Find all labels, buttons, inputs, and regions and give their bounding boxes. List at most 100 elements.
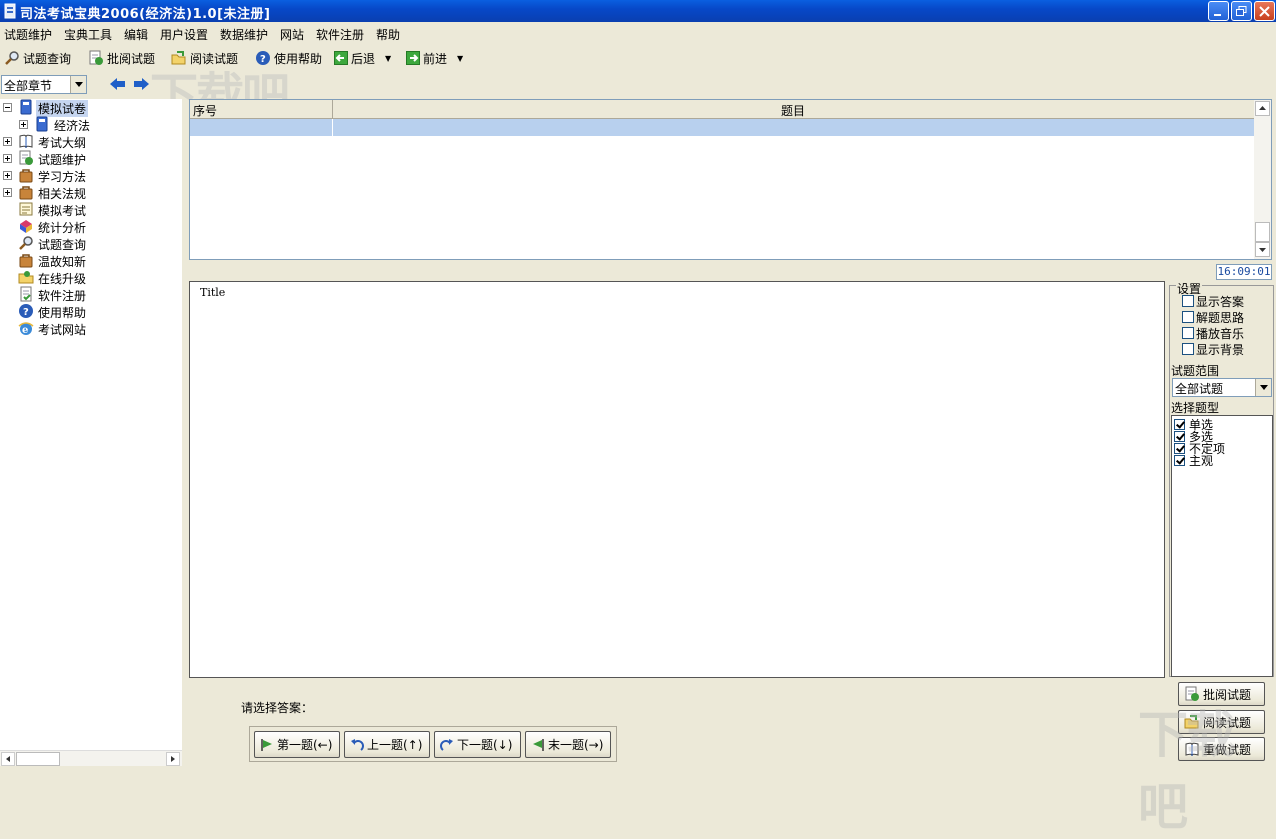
app-book-icon xyxy=(4,3,16,19)
checkbox-box[interactable] xyxy=(1174,443,1185,454)
tree-item-study-method[interactable]: 学习方法 xyxy=(0,167,182,184)
tree-item-regulations[interactable]: 相关法规 xyxy=(0,184,182,201)
last-flag-icon xyxy=(533,738,544,751)
window-title: 司法考试宝典2006(经济法)1.0[未注册] xyxy=(20,7,271,22)
checkbox-box[interactable] xyxy=(1182,295,1194,307)
tree-item-review[interactable]: 温故知新 xyxy=(0,252,182,269)
previous-question-button[interactable]: 上一题(↑) xyxy=(344,731,430,758)
first-question-button[interactable]: 第一题(←) xyxy=(254,731,340,758)
next-label: 下一题(↓) xyxy=(457,738,513,752)
tree-back-arrow-icon[interactable] xyxy=(109,76,127,92)
table-row[interactable] xyxy=(190,119,1254,136)
tree-horizontal-scrollbar[interactable] xyxy=(0,750,182,766)
forward-dropdown-icon[interactable]: ▼ xyxy=(457,54,463,63)
menu-question-maintenance[interactable]: 试题维护 xyxy=(4,26,52,43)
forward-arrow-icon xyxy=(406,51,420,65)
chevron-down-icon[interactable] xyxy=(70,76,86,93)
back-dropdown-icon[interactable]: ▼ xyxy=(385,54,391,63)
tree-item-statistics[interactable]: 统计分析 xyxy=(0,218,182,235)
query-label: 试题查询 xyxy=(23,51,72,66)
menu-website[interactable]: 网站 xyxy=(280,26,304,43)
expand-icon[interactable] xyxy=(3,171,12,180)
previous-label: 上一题(↑) xyxy=(367,738,423,752)
column-header-question[interactable]: 题目 xyxy=(333,100,1255,119)
tree-item-register[interactable]: 软件注册 xyxy=(0,286,182,303)
menu-data-maintenance[interactable]: 数据维护 xyxy=(220,26,268,43)
range-label: 试题范围 xyxy=(1171,364,1220,378)
maintenance-icon xyxy=(19,150,33,165)
tree-forward-arrow-icon[interactable] xyxy=(132,76,150,92)
question-content-panel[interactable]: Title xyxy=(189,281,1165,678)
review-button[interactable]: 批阅试题 xyxy=(88,49,155,67)
forward-button[interactable]: 前进 ▼ xyxy=(406,49,463,67)
tree-label: 统计分析 xyxy=(38,221,87,235)
scroll-right-icon[interactable] xyxy=(166,752,180,766)
tree-item-syllabus[interactable]: 考试大纲 xyxy=(0,133,182,150)
tree-item-help[interactable]: ? 使用帮助 xyxy=(0,303,182,320)
tree-label: 模拟试卷 xyxy=(36,100,89,117)
tree-item-mock-exam[interactable]: 模拟考试 xyxy=(0,201,182,218)
regulation-bag-icon xyxy=(19,186,33,200)
law-book-icon xyxy=(36,116,48,132)
scroll-thumb[interactable] xyxy=(16,752,60,766)
checkbox-box[interactable] xyxy=(1182,327,1194,339)
tree-label: 试题维护 xyxy=(38,153,87,167)
navigation-tree[interactable]: 模拟试卷 经济法 考试大纲 试题维护 学习方法 相关法规 模拟考试 统计分析 试… xyxy=(0,99,182,750)
scroll-thumb[interactable] xyxy=(1255,222,1270,242)
menu-user-settings[interactable]: 用户设置 xyxy=(160,26,208,43)
grid-vertical-scrollbar[interactable] xyxy=(1254,100,1271,259)
tree-item-query[interactable]: 试题查询 xyxy=(0,235,182,252)
close-button[interactable] xyxy=(1254,1,1275,21)
range-select[interactable]: 全部试题 xyxy=(1172,378,1272,397)
undo-arrow-icon xyxy=(351,738,364,751)
redo-arrow-icon xyxy=(440,738,453,751)
question-grid[interactable]: 序号 题目 xyxy=(189,99,1272,260)
checkbox-box[interactable] xyxy=(1174,419,1185,430)
scroll-up-icon[interactable] xyxy=(1255,101,1270,116)
chevron-down-icon[interactable] xyxy=(1255,379,1271,396)
tree-label: 经济法 xyxy=(54,119,91,133)
scroll-left-icon[interactable] xyxy=(1,752,15,766)
menu-registration[interactable]: 软件注册 xyxy=(316,26,364,43)
expand-icon[interactable] xyxy=(3,154,12,163)
column-header-label: 题目 xyxy=(781,104,806,118)
back-label: 后退 xyxy=(351,51,376,66)
chapter-select[interactable]: 全部章节 xyxy=(1,75,87,94)
checkbox-box[interactable] xyxy=(1174,431,1185,442)
tree-item-mock-paper[interactable]: 模拟试卷 xyxy=(0,99,182,117)
menu-edit[interactable]: 编辑 xyxy=(124,26,148,43)
tree-item-maintenance[interactable]: 试题维护 xyxy=(0,150,182,167)
scroll-down-icon[interactable] xyxy=(1255,242,1270,257)
next-question-button[interactable]: 下一题(↓) xyxy=(434,731,521,758)
restore-button[interactable] xyxy=(1231,1,1252,21)
expand-icon[interactable] xyxy=(19,120,28,129)
checkbox-box[interactable] xyxy=(1182,343,1194,355)
back-button[interactable]: 后退 ▼ xyxy=(334,49,391,67)
upgrade-folder-icon xyxy=(18,271,34,284)
query-button[interactable]: 试题查询 xyxy=(4,49,71,67)
menu-tools[interactable]: 宝典工具 xyxy=(64,26,112,43)
checkbox-label: 主观 xyxy=(1189,454,1214,468)
checkbox-box[interactable] xyxy=(1174,455,1185,466)
menu-help[interactable]: 帮助 xyxy=(376,26,400,43)
ie-globe-icon: e xyxy=(18,322,34,336)
tree-item-upgrade[interactable]: 在线升级 xyxy=(0,269,182,286)
tree-item-economic-law[interactable]: 经济法 xyxy=(0,116,182,133)
tree-item-website[interactable]: e 考试网站 xyxy=(0,320,182,337)
expand-icon[interactable] xyxy=(3,137,12,146)
expand-icon[interactable] xyxy=(3,188,12,197)
statistics-icon xyxy=(20,220,32,233)
checkbox-box[interactable] xyxy=(1182,311,1194,323)
column-header-number[interactable]: 序号 xyxy=(190,100,333,119)
content-title: Title xyxy=(200,286,226,299)
tree-label: 软件注册 xyxy=(38,289,87,303)
tree-label: 在线升级 xyxy=(38,272,87,286)
title-bar[interactable]: 司法考试宝典2006(经济法)1.0[未注册] xyxy=(0,0,1276,22)
review-bag-icon xyxy=(19,254,33,268)
tree-label: 相关法规 xyxy=(38,187,87,201)
minimize-button[interactable] xyxy=(1208,1,1229,21)
collapse-icon[interactable] xyxy=(3,103,12,112)
range-select-value: 全部试题 xyxy=(1175,382,1224,396)
last-question-button[interactable]: 末一题(→) xyxy=(525,731,611,758)
question-type-list[interactable]: 单选 多选 不定项 主观 xyxy=(1171,415,1273,677)
